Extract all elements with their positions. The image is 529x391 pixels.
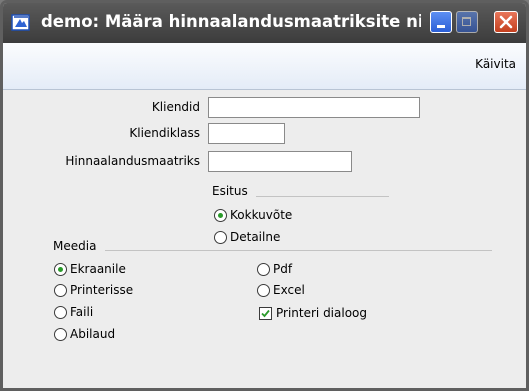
presentation-section-title: Esitus [212, 184, 248, 198]
radio-icon[interactable] [54, 305, 67, 319]
radio-icon[interactable] [54, 283, 67, 297]
printer-dialog-label: Printeri dialoog [276, 306, 368, 320]
close-button[interactable] [494, 11, 518, 33]
presentation-divider [256, 196, 389, 197]
presentation-option-detailed[interactable]: Detailne [214, 230, 280, 244]
customers-input[interactable] [208, 97, 420, 118]
maximize-button[interactable] [456, 11, 478, 33]
option-label: Faili [70, 305, 94, 319]
media-section-title: Meedia [53, 239, 97, 253]
media-option-screen[interactable]: Ekraanile [54, 262, 126, 276]
option-label: Excel [273, 283, 305, 297]
option-label: Pdf [273, 262, 293, 276]
customers-label: Kliendid [151, 100, 200, 114]
option-label: Detailne [230, 230, 281, 244]
media-option-pdf[interactable]: Pdf [257, 262, 292, 276]
window-title: demo: Määra hinnaalandusmaatriksite nime… [41, 12, 421, 31]
radio-icon[interactable] [257, 262, 270, 276]
report-window: demo: Määra hinnaalandusmaatriksite nime… [0, 0, 529, 391]
minimize-button[interactable] [430, 11, 452, 33]
run-button[interactable]: Käivita [475, 57, 516, 71]
printer-dialog-checkbox[interactable]: Printeri dialoog [259, 306, 367, 320]
presentation-option-summary[interactable]: Kokkuvõte [214, 208, 292, 222]
media-option-clipboard[interactable]: Abilaud [54, 327, 115, 341]
toolbar: Käivita [3, 43, 526, 90]
radio-selected-icon[interactable] [214, 208, 227, 222]
radio-icon[interactable] [54, 327, 67, 341]
media-divider [105, 250, 492, 251]
option-label: Ekraanile [70, 262, 126, 276]
radio-selected-icon[interactable] [54, 262, 67, 276]
close-icon [499, 15, 513, 29]
radio-icon[interactable] [214, 230, 227, 244]
media-option-excel[interactable]: Excel [257, 283, 305, 297]
discount-matrix-input[interactable] [208, 151, 352, 172]
media-option-file[interactable]: Faili [54, 305, 93, 319]
radio-icon[interactable] [257, 283, 270, 297]
discount-matrix-label: Hinnaalandusmaatriks [65, 154, 200, 168]
title-bar[interactable]: demo: Määra hinnaalandusmaatriksite nime… [3, 3, 526, 43]
option-label: Printerisse [70, 283, 134, 297]
option-label: Kokkuvõte [230, 208, 293, 222]
checkbox-checked-icon[interactable] [259, 306, 272, 320]
app-icon [11, 14, 30, 31]
customer-class-label: Kliendiklass [129, 126, 200, 140]
media-option-printer[interactable]: Printerisse [54, 283, 133, 297]
customer-class-input[interactable] [208, 123, 285, 144]
option-label: Abilaud [70, 327, 116, 341]
